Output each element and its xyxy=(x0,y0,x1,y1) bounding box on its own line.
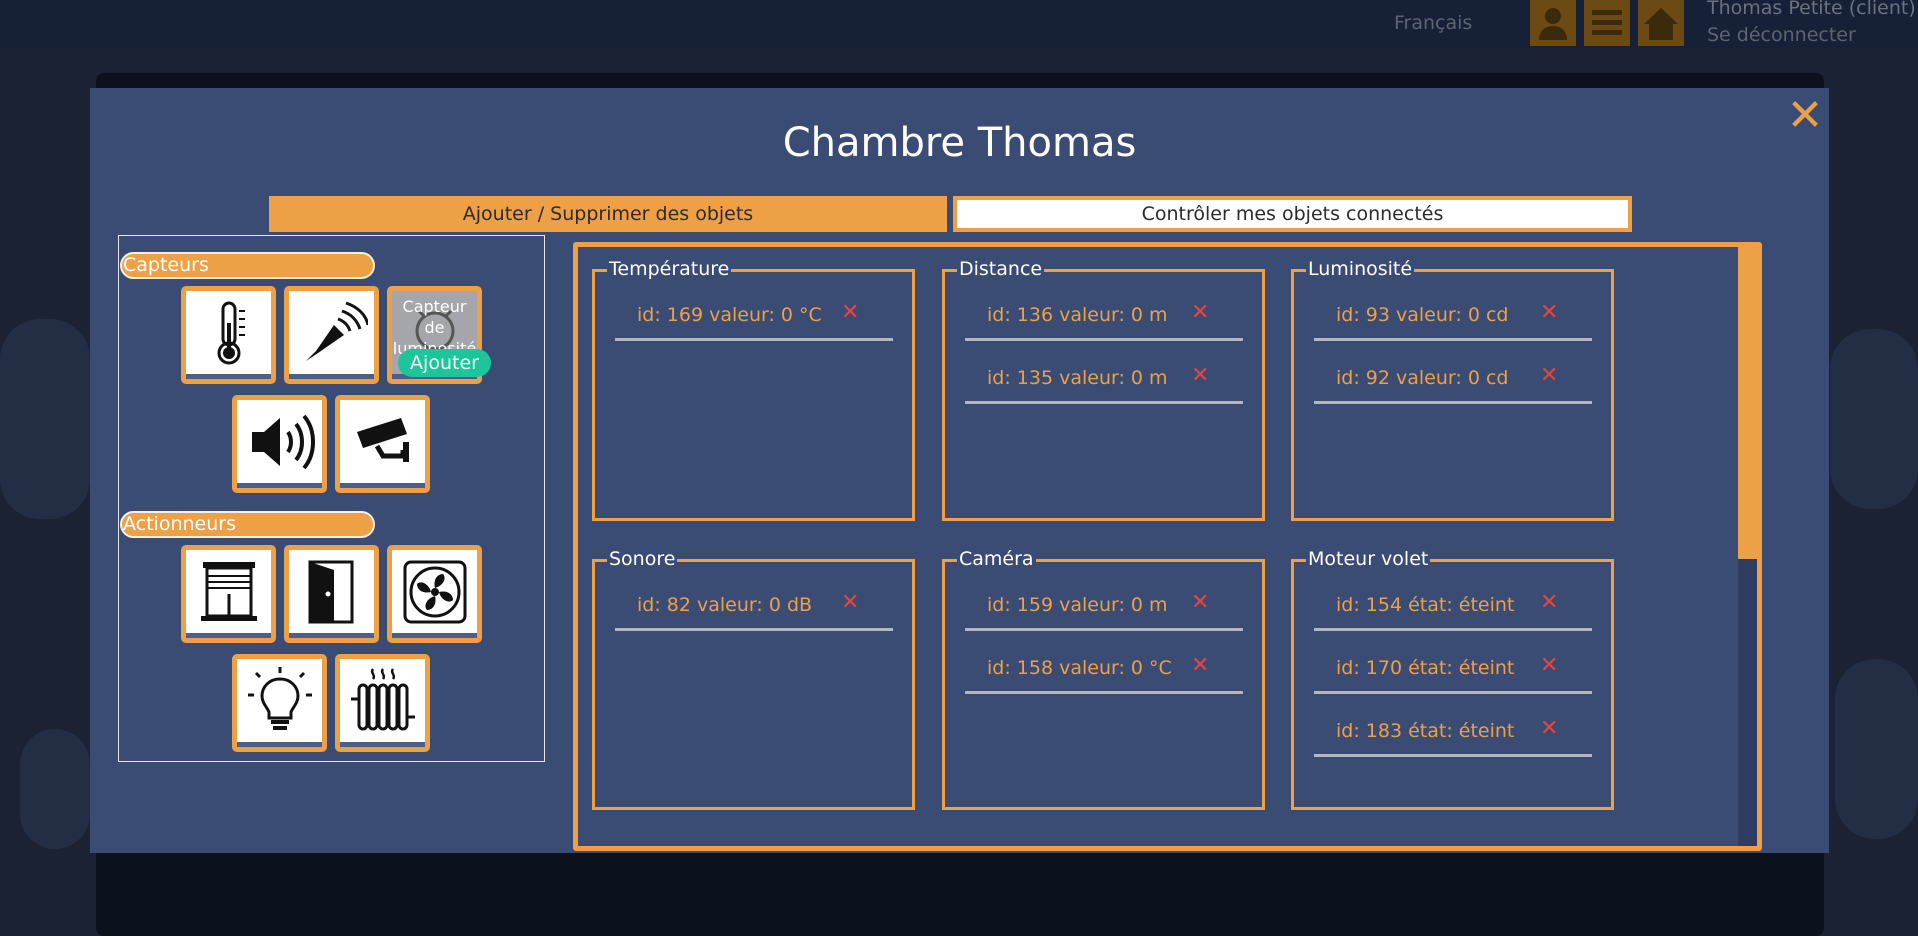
group-distance: Distance id: 136 valeur: 0 m ✕ id: 135 v… xyxy=(942,257,1265,521)
logout-link[interactable]: Se déconnecter xyxy=(1707,24,1856,46)
shutter-icon xyxy=(200,561,257,621)
group-shutter-motor: Moteur volet id: 154 état: éteint ✕ id: … xyxy=(1291,547,1614,810)
item-value: id: 159 valeur: 0 m xyxy=(987,594,1168,616)
radiator-icon xyxy=(350,667,415,730)
home-icon[interactable] xyxy=(1638,0,1684,46)
group-sound: Sonore id: 82 valeur: 0 dB ✕ xyxy=(592,547,915,810)
background-shape xyxy=(20,729,90,849)
list-item: id: 135 valeur: 0 m ✕ xyxy=(965,341,1243,404)
thermometer-icon xyxy=(217,301,245,364)
bulb-icon xyxy=(247,666,312,730)
user-icon[interactable] xyxy=(1530,0,1576,46)
divider xyxy=(965,691,1243,694)
divider xyxy=(615,338,893,341)
delete-icon[interactable]: ✕ xyxy=(1540,653,1558,678)
delete-icon[interactable]: ✕ xyxy=(841,300,859,325)
scrollbar-thumb[interactable] xyxy=(1738,247,1757,559)
item-value: id: 158 valeur: 0 °C xyxy=(987,657,1172,679)
item-value: id: 154 état: éteint xyxy=(1336,594,1515,616)
tab-control-objects[interactable]: Contrôler mes objets connectés xyxy=(953,196,1632,232)
item-value: id: 170 état: éteint xyxy=(1336,657,1515,679)
speaker-icon xyxy=(251,414,315,469)
list-item: id: 93 valeur: 0 cd ✕ xyxy=(1314,278,1592,341)
language-selector[interactable]: Français xyxy=(1394,12,1472,34)
item-value: id: 135 valeur: 0 m xyxy=(987,367,1168,389)
camera-icon xyxy=(356,417,409,462)
group-temperature: Température id: 169 valeur: 0 °C ✕ xyxy=(592,257,915,521)
actuator-tile-fan[interactable] xyxy=(387,545,482,643)
list-item: id: 92 valeur: 0 cd ✕ xyxy=(1314,341,1592,404)
add-object-button[interactable]: Ajouter xyxy=(398,349,491,377)
divider xyxy=(615,628,893,631)
list-icon[interactable] xyxy=(1584,0,1630,46)
door-icon xyxy=(308,560,353,623)
fan-icon xyxy=(403,560,466,623)
background-shape xyxy=(0,319,90,519)
ultrasound-icon xyxy=(305,301,368,361)
background-shape xyxy=(1835,659,1918,839)
room-modal: ✕ Chambre Thomas Ajouter / Supprimer des… xyxy=(90,88,1829,853)
actuator-tile-heater[interactable] xyxy=(335,654,430,752)
tab-add-remove-objects[interactable]: Ajouter / Supprimer des objets xyxy=(269,196,947,232)
divider xyxy=(1314,754,1592,757)
background-shape xyxy=(1830,329,1918,509)
delete-icon[interactable]: ✕ xyxy=(1191,300,1209,325)
list-item: id: 158 valeur: 0 °C ✕ xyxy=(965,631,1243,694)
sensor-tile-luminosity[interactable]: Capteur de luminosité Ajouter xyxy=(387,286,491,384)
list-item: id: 154 état: éteint ✕ xyxy=(1314,568,1592,631)
sensor-tile-temperature[interactable] xyxy=(181,286,276,384)
list-item: id: 82 valeur: 0 dB ✕ xyxy=(615,568,893,631)
list-item: id: 170 état: éteint ✕ xyxy=(1314,631,1592,694)
list-item: id: 159 valeur: 0 m ✕ xyxy=(965,568,1243,631)
delete-icon[interactable]: ✕ xyxy=(841,590,859,615)
delete-icon[interactable]: ✕ xyxy=(1191,653,1209,678)
divider xyxy=(1314,401,1592,404)
actuator-tile-light[interactable] xyxy=(232,654,327,752)
item-value: id: 92 valeur: 0 cd xyxy=(1336,367,1509,389)
item-value: id: 136 valeur: 0 m xyxy=(987,304,1168,326)
connected-objects-panel: Température id: 169 valeur: 0 °C ✕ Dista… xyxy=(573,242,1762,851)
group-luminosity: Luminosité id: 93 valeur: 0 cd ✕ id: 92 … xyxy=(1291,257,1614,521)
sensors-section-label: Capteurs xyxy=(120,252,375,279)
item-value: id: 183 état: éteint xyxy=(1336,720,1515,742)
item-value: id: 169 valeur: 0 °C xyxy=(637,304,822,326)
sensor-tile-distance[interactable] xyxy=(284,286,379,384)
divider xyxy=(965,401,1243,404)
delete-icon[interactable]: ✕ xyxy=(1540,363,1558,388)
delete-icon[interactable]: ✕ xyxy=(1540,590,1558,615)
sensor-tile-camera[interactable] xyxy=(335,395,430,493)
list-item: id: 169 valeur: 0 °C ✕ xyxy=(615,278,893,341)
list-item: id: 136 valeur: 0 m ✕ xyxy=(965,278,1243,341)
delete-icon[interactable]: ✕ xyxy=(1191,590,1209,615)
sensor-tile-sound[interactable] xyxy=(232,395,327,493)
scrollbar[interactable] xyxy=(1738,247,1757,846)
object-palette: Capteurs Capteur de Ajouter Actionneurs xyxy=(118,235,545,762)
item-value: id: 93 valeur: 0 cd xyxy=(1336,304,1509,326)
actuators-section-label: Actionneurs xyxy=(120,511,375,538)
actuator-tile-door[interactable] xyxy=(284,545,379,643)
group-camera: Caméra id: 159 valeur: 0 m ✕ id: 158 val… xyxy=(942,547,1265,810)
actuator-tile-shutter[interactable] xyxy=(181,545,276,643)
item-value: id: 82 valeur: 0 dB xyxy=(637,594,813,616)
modal-title: Chambre Thomas xyxy=(782,120,1137,166)
delete-icon[interactable]: ✕ xyxy=(1191,363,1209,388)
delete-icon[interactable]: ✕ xyxy=(1540,716,1558,741)
top-navbar: Français Thomas Petite (client) Se décon… xyxy=(0,0,1918,49)
delete-icon[interactable]: ✕ xyxy=(1540,300,1558,325)
user-name: Thomas Petite (client) xyxy=(1707,0,1916,19)
list-item: id: 183 état: éteint ✕ xyxy=(1314,694,1592,757)
